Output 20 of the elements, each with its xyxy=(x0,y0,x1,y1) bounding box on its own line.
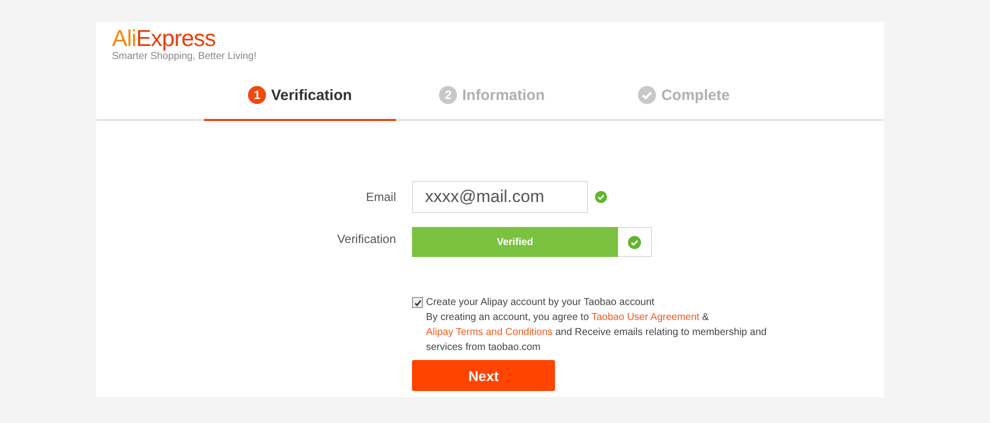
agreement-text: By creating an account, you agree to Taobao User Agreement & Alipay Terms and Conditions and Receive emails relating to membership and services from taobao.com xyxy=(426,311,768,355)
step-tab[interactable]: Complete xyxy=(588,71,780,121)
step-label: Information xyxy=(462,86,545,104)
verification-slider[interactable]: Verified xyxy=(412,227,618,257)
link[interactable]: Taobao User Agreement xyxy=(591,312,700,323)
checkbox[interactable] xyxy=(412,297,423,308)
check-icon xyxy=(628,236,641,248)
field-label: Verification xyxy=(336,232,397,246)
field-label: Email xyxy=(364,190,397,204)
check-icon xyxy=(638,86,656,104)
step-label: Verification xyxy=(271,86,352,104)
next-button[interactable]: Next xyxy=(412,360,555,391)
logo[interactable]: AliExpress xyxy=(112,25,216,51)
tagline: Smarter Shopping, Better Living! xyxy=(112,51,258,63)
link[interactable]: Alipay Terms and Conditions xyxy=(426,327,553,338)
step-tab[interactable]: 1 Verification xyxy=(204,71,396,121)
checkbox-label: Create your Alipay account by your Taobao account xyxy=(426,296,656,310)
step-label: Complete xyxy=(661,86,730,104)
step-number: 1 xyxy=(248,86,266,104)
email-field[interactable]: xxxx@mail.com xyxy=(412,181,588,213)
